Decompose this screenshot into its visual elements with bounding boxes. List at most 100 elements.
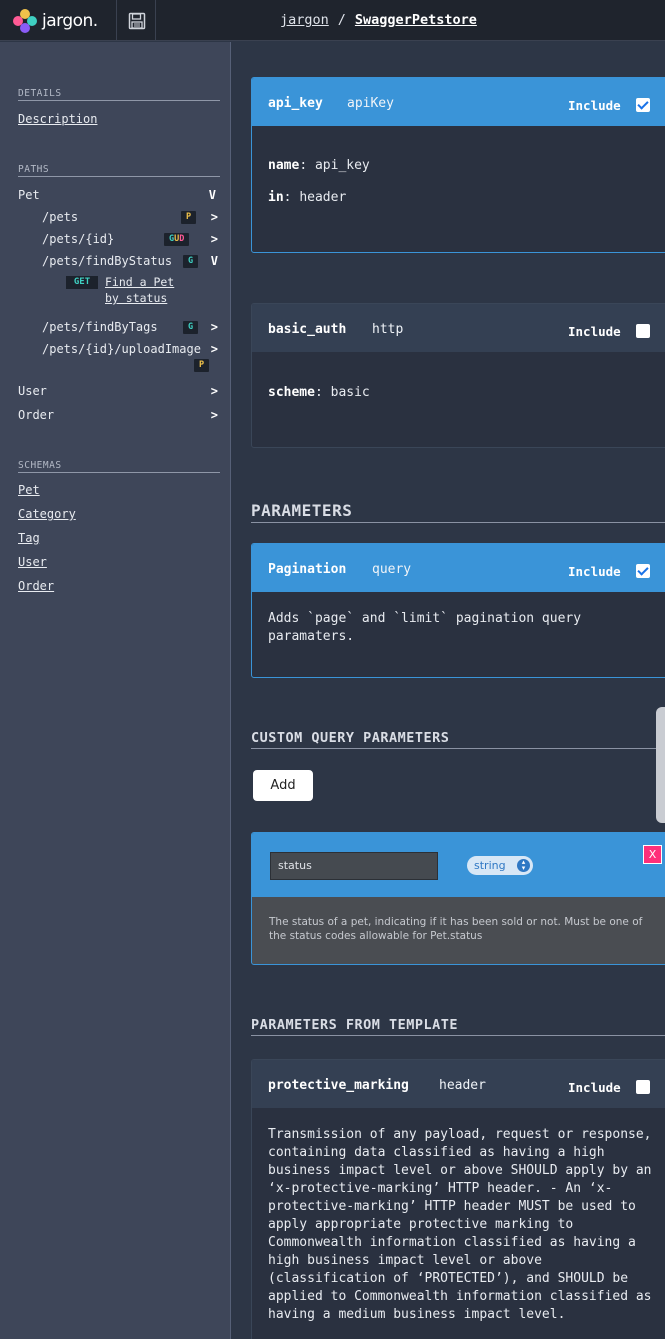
remove-param-button[interactable]: X [643,845,662,864]
sidebar-link-description[interactable]: Description [18,112,97,126]
field-value: header [299,190,347,205]
sidebar-schema-link[interactable]: Category [18,507,76,521]
field-key: scheme [268,385,315,400]
card-header: status string ▴ ▾ X [252,833,665,897]
save-button[interactable] [118,0,156,41]
template-params-heading: PARAMETERS FROM TEMPLATE [251,1017,665,1036]
path-label: /pets/findByTags [42,320,158,334]
select-arrows-icon: ▴ ▾ [517,859,530,872]
include-label: Include [568,324,621,339]
card-header: basic_auth http Include [252,304,665,352]
security-field: in: header [268,190,347,205]
breadcrumb: jargon / SwaggerPetstore [280,12,477,28]
field-value: api_key [314,158,370,173]
custom-query-heading: CUSTOM QUERY PARAMETERS [251,730,665,749]
get-method-tag: GET [66,276,98,289]
chevron-right-icon: > [210,232,218,246]
sidebar-group-label: Order [18,408,55,422]
post-method-badge: P [181,211,197,224]
parameter-card-pagination: Pagination query Include Adds `page` and… [251,543,665,678]
breadcrumb-project-link[interactable]: jargon [280,12,329,28]
parameter-name: protective_marking [268,1078,409,1093]
sidebar-heading-schemas: SCHEMAS [18,460,220,473]
include-checkbox[interactable] [636,564,650,578]
sidebar-schema-link[interactable]: Order [18,579,54,593]
chevron-right-icon: > [210,210,218,224]
add-button[interactable]: Add [253,770,313,801]
top-bar: jargon. jargon / SwaggerPetstore [0,0,665,41]
sidebar-path-item[interactable]: /pets/findByTags G > [42,320,220,334]
get-method-badge: G [183,321,199,334]
path-label: /pets/findByStatus [42,254,173,268]
sidebar-heading-details: DETAILS [18,88,220,101]
sidebar-path-item[interactable]: /pets P > [42,210,220,224]
post-method-badge: P [194,359,210,372]
path-label: /pets/{id}/uploadImage [42,342,201,356]
chevron-right-icon: > [210,320,218,334]
operation-link-line2: by status [105,291,168,305]
sidebar-schema-link[interactable]: Pet [18,483,40,497]
include-checkbox[interactable] [636,324,650,338]
include-label: Include [568,1080,621,1095]
sidebar-path-item[interactable]: /pets/{id}/uploadImage P > [42,342,220,374]
path-label: /pets/{id} [42,232,115,246]
custom-query-param-card: status string ▴ ▾ X The status of a pet, … [251,832,665,965]
sidebar-group-order[interactable]: Order > [18,408,220,422]
sidebar-schema-link[interactable]: User [18,555,47,569]
sidebar-path-item[interactable]: /pets/{id} GUD > [42,232,220,246]
parameter-type: query [372,562,412,577]
security-card-api-key: api_key apiKey Include name: api_key in:… [251,77,665,253]
chevron-down-icon: V [210,254,218,268]
field-key: name [268,158,300,173]
logo-text: jargon. [42,10,98,31]
security-field: scheme: basic [268,385,370,400]
logo[interactable]: jargon. [0,0,117,41]
field-key: in [268,190,284,205]
include-label: Include [568,98,621,113]
sidebar-group-label: Pet [18,188,40,202]
parameter-name: Pagination [268,562,347,577]
sidebar-heading-paths: PATHS [18,164,220,177]
jargon-logo-icon [13,8,37,33]
field-value: basic [330,385,370,400]
include-checkbox[interactable] [636,98,650,112]
parameter-description: Transmission of any payload, request or … [268,1127,652,1322]
security-name: basic_auth [268,322,347,337]
security-card-basic-auth: basic_auth http Include scheme: basic [251,303,665,448]
scroll-handle[interactable] [656,707,665,823]
sidebar: DETAILS Description PATHS Pet V /pets P … [0,42,231,1339]
parameters-heading: PARAMETERS [251,501,665,523]
breadcrumb-api-link[interactable]: SwaggerPetstore [355,12,477,28]
path-label: /pets [42,210,79,224]
parameter-description: Adds `page` and `limit` pagination query… [268,611,582,644]
breadcrumb-separator: / [337,12,346,28]
operation-link-line1: Find a Pet [105,275,175,289]
param-name-input[interactable]: status [270,852,438,880]
chevron-right-icon: > [210,384,218,398]
operation-link-find-pet-by-status[interactable]: Find a Pet by status [105,274,174,306]
include-checkbox[interactable] [636,1080,650,1094]
security-type: apiKey [347,96,394,111]
chevron-down-icon: V [208,188,216,202]
sidebar-group-pet[interactable]: Pet V [18,188,220,202]
card-header: Pagination query Include [252,544,665,592]
get-method-badge: G [183,255,199,268]
card-header: protective_marking header Include [252,1060,665,1108]
chevron-right-icon: > [210,408,218,422]
floppy-disk-icon [128,12,145,29]
parameter-type: header [439,1078,486,1093]
include-label: Include [568,564,621,579]
security-field: name: api_key [268,158,370,173]
param-type-select[interactable]: string ▴ ▾ [467,856,533,875]
sidebar-group-label: User [18,384,47,398]
param-type-value: string [474,859,506,872]
sidebar-schema-link[interactable]: Tag [18,531,40,545]
sidebar-group-user[interactable]: User > [18,384,220,398]
sidebar-path-item[interactable]: /pets/findByStatus G V [42,254,220,268]
security-type: http [372,322,404,337]
delete-method-badge: D [179,234,185,244]
method-badges: GUD [164,233,190,246]
card-header: api_key apiKey Include [252,78,665,126]
param-description[interactable]: The status of a pet, indicating if it ha… [269,915,659,943]
template-param-card-protective-marking: protective_marking header Include Transm… [251,1059,665,1339]
